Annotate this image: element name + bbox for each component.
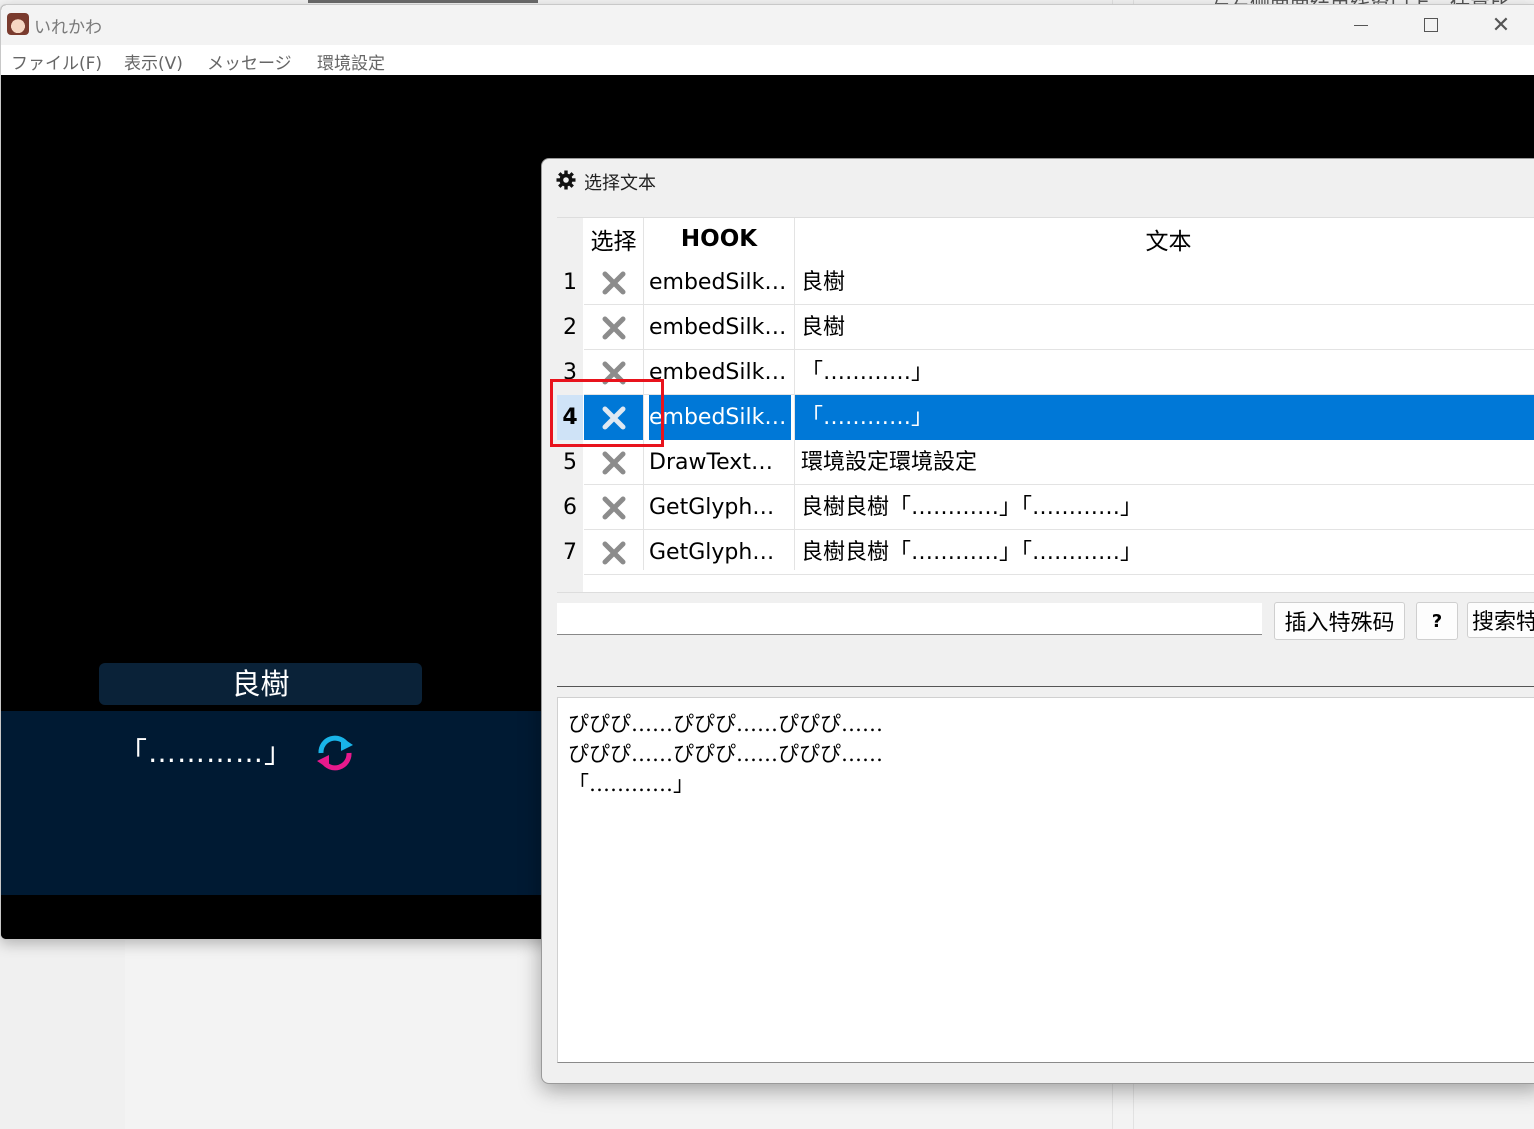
table-row[interactable]: 3 embedSilk… 「…………」	[557, 350, 1534, 395]
hook-cell[interactable]: DrawText…	[649, 440, 791, 485]
annotation-highlight-box	[550, 379, 664, 447]
text-cell[interactable]: 「…………」	[801, 350, 1534, 395]
x-mark-icon	[602, 316, 625, 339]
hook-cell[interactable]: embedSilk…	[649, 395, 791, 440]
table-row[interactable]: 5 DrawText… 環境設定環境設定	[557, 440, 1534, 485]
close-icon: ✕	[1491, 12, 1511, 38]
menu-file[interactable]: ファイル(F)	[11, 49, 102, 74]
insert-special-code-button[interactable]: 插入特殊码	[1274, 602, 1405, 640]
text-cell[interactable]: 良樹	[801, 305, 1534, 350]
text-cell[interactable]: 環境設定環境設定	[801, 440, 1534, 485]
row-divider	[584, 574, 1534, 575]
row-number: 2	[557, 305, 583, 350]
hook-cell[interactable]: embedSilk…	[649, 260, 791, 305]
title-bar[interactable]: いれかわ ✕	[1, 5, 1534, 45]
dialog-text: 「…………」	[119, 736, 294, 769]
x-mark-icon	[602, 271, 625, 294]
x-mark-icon	[602, 451, 625, 474]
remove-toggle[interactable]	[584, 530, 643, 575]
x-mark-icon	[602, 541, 625, 564]
menu-bar: ファイル(F) 表示(V) メッセージ 環境設定	[1, 45, 1534, 75]
minimize-button[interactable]	[1326, 5, 1396, 45]
row-number: 7	[557, 530, 583, 575]
text-cell[interactable]: 「…………」	[795, 395, 1534, 440]
speaker-name: 良樹	[99, 663, 422, 705]
text-cell[interactable]: 良樹良樹「…………」「…………」	[801, 485, 1534, 530]
hook-cell[interactable]: embedSilk…	[649, 350, 791, 395]
help-button[interactable]: ?	[1416, 602, 1458, 640]
gear-icon	[556, 170, 576, 190]
search-special-code-button[interactable]: 搜索特	[1467, 602, 1534, 638]
menu-view[interactable]: 表示(V)	[124, 49, 183, 74]
text-cell[interactable]: 良樹良樹「…………」「…………」	[801, 530, 1534, 575]
minimize-icon	[1354, 24, 1368, 26]
preview-line: ぴぴぴ……ぴぴぴ……ぴぴぴ……	[568, 742, 883, 766]
table-row[interactable]: 6 GetGlyph… 良樹良樹「…………」「…………」	[557, 485, 1534, 530]
column-header-hook[interactable]: HOOK	[644, 218, 794, 260]
dialog-title-bar[interactable]: 选择文本	[542, 159, 1534, 203]
desktop-background	[0, 938, 125, 1129]
column-header-text[interactable]: 文本	[795, 218, 1534, 260]
special-code-input[interactable]	[557, 603, 1262, 635]
maximize-icon	[1424, 18, 1438, 32]
dialog-title: 选择文本	[584, 173, 656, 194]
remove-toggle[interactable]	[584, 305, 643, 350]
hook-cell[interactable]: GetGlyph…	[649, 485, 791, 530]
x-mark-icon	[602, 496, 625, 519]
table-row-selected[interactable]: 4 embedSilk… 「…………」	[557, 395, 1534, 440]
preview-line: ぴぴぴ……ぴぴぴ……ぴぴぴ……	[568, 712, 883, 736]
close-button[interactable]: ✕	[1466, 5, 1534, 45]
background-tab-indicator	[308, 0, 538, 3]
window-title: いれかわ	[34, 18, 102, 38]
table-row[interactable]: 1 embedSilk… 良樹	[557, 260, 1534, 305]
table-row[interactable]: 7 GetGlyph… 良樹良樹「…………」「…………」	[557, 530, 1534, 575]
text-preview[interactable]: ぴぴぴ……ぴぴぴ……ぴぴぴ…… ぴぴぴ……ぴぴぴ……ぴぴぴ…… 「…………」	[557, 697, 1534, 1063]
text-cell[interactable]: 良樹	[801, 260, 1534, 305]
hook-table: 选择 HOOK 文本 1 embedSilk… 良樹 2 embedSilk… …	[557, 217, 1534, 593]
app-icon	[7, 13, 29, 35]
row-number: 1	[557, 260, 583, 305]
column-header-select[interactable]: 选择	[584, 218, 643, 260]
preview-line: 「…………」	[568, 772, 694, 796]
menu-settings[interactable]: 環境設定	[317, 49, 385, 74]
row-number: 6	[557, 485, 583, 530]
table-row[interactable]: 2 embedSilk… 良樹	[557, 305, 1534, 350]
hook-cell[interactable]: GetGlyph…	[649, 530, 791, 575]
menu-message[interactable]: メッセージ	[207, 49, 292, 74]
refresh-cycle-icon[interactable]	[311, 731, 359, 775]
hook-cell[interactable]: embedSilk…	[649, 305, 791, 350]
hook-code-input[interactable]	[557, 650, 1534, 687]
maximize-button[interactable]	[1396, 5, 1466, 45]
remove-toggle[interactable]	[584, 260, 643, 305]
remove-toggle[interactable]	[584, 485, 643, 530]
select-text-dialog: 选择文本 选择 HOOK 文本 1 embedSilk… 良樹 2 embedS…	[541, 158, 1534, 1084]
